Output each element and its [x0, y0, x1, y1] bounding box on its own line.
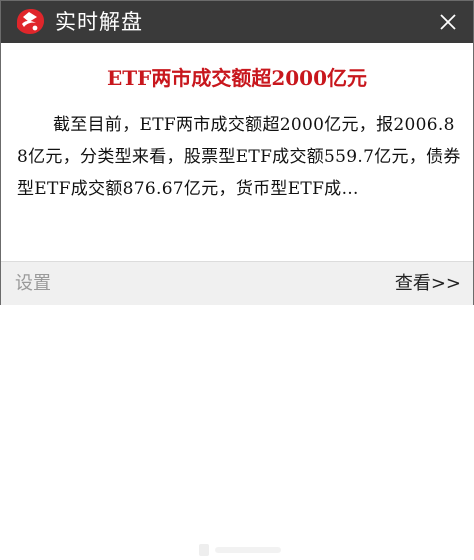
brand-logo-icon: [17, 9, 44, 34]
news-headline[interactable]: ETF两市成交额超2000亿元: [1, 65, 473, 91]
window-title: 实时解盘: [55, 10, 143, 34]
message-content: ETF两市成交额超2000亿元 截至目前，ETF两市成交额超2000亿元，报20…: [1, 43, 473, 261]
settings-link[interactable]: 设置: [15, 272, 51, 296]
realtime-analysis-popup: 实时解盘 ETF两市成交额超2000亿元 截至目前，ETF两市成交额超2000亿…: [0, 0, 474, 556]
news-summary[interactable]: 截至目前，ETF两市成交额超2000亿元，报2006.88亿元，分类型来看，股票…: [17, 109, 463, 205]
popup-footer: 设置 查看>>: [1, 261, 473, 556]
close-icon[interactable]: [435, 9, 461, 35]
title-bar[interactable]: 实时解盘: [1, 1, 473, 43]
view-more-link[interactable]: 查看>>: [395, 272, 461, 296]
watermark-icon: [199, 544, 281, 556]
